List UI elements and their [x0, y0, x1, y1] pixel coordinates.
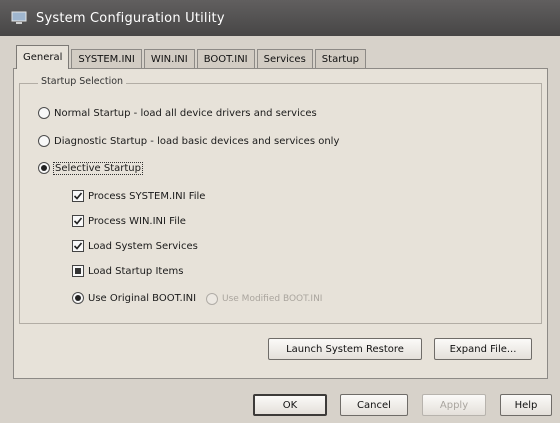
selective-startup-radio[interactable] [38, 162, 50, 174]
checkmark-icon [73, 217, 83, 225]
normal-startup-radio[interactable] [38, 107, 50, 119]
normal-startup-label: Normal Startup - load all device drivers… [54, 107, 317, 119]
startup-selection-group: Startup Selection Normal Startup - load … [19, 76, 542, 324]
process-system-ini-checkbox[interactable] [72, 190, 84, 202]
process-win-ini-option[interactable]: Process WIN.INI File [72, 215, 186, 227]
computer-icon [10, 9, 28, 27]
system-configuration-window: System Configuration Utility General SYS… [0, 0, 560, 423]
process-win-ini-checkbox[interactable] [72, 215, 84, 227]
tab-strip: General SYSTEM.INI WIN.INI BOOT.INI Serv… [16, 44, 368, 69]
selective-startup-label: Selective Startup [53, 161, 143, 175]
selective-startup-option[interactable]: Selective Startup [38, 161, 143, 175]
load-system-services-checkbox[interactable] [72, 240, 84, 252]
cancel-button[interactable]: Cancel [340, 394, 408, 416]
window-title: System Configuration Utility [36, 10, 225, 26]
normal-startup-option[interactable]: Normal Startup - load all device drivers… [38, 107, 317, 119]
process-win-ini-label: Process WIN.INI File [88, 215, 186, 227]
load-startup-items-option[interactable]: Load Startup Items [72, 265, 183, 277]
launch-system-restore-button[interactable]: Launch System Restore [268, 338, 422, 360]
startup-selection-legend: Startup Selection [38, 76, 127, 87]
process-system-ini-option[interactable]: Process SYSTEM.INI File [72, 190, 205, 202]
load-startup-items-label: Load Startup Items [88, 265, 184, 277]
use-modified-boot-option: Use Modified BOOT.INI [206, 293, 322, 305]
load-system-services-option[interactable]: Load System Services [72, 240, 198, 252]
general-tab-panel: Startup Selection Normal Startup - load … [13, 68, 548, 379]
checkmark-icon [73, 242, 83, 250]
checkmark-icon [73, 192, 83, 200]
process-system-ini-label: Process SYSTEM.INI File [88, 190, 206, 202]
title-bar[interactable]: System Configuration Utility [0, 0, 560, 36]
tab-startup[interactable]: Startup [314, 49, 366, 69]
diagnostic-startup-label: Diagnostic Startup - load basic devices … [54, 135, 340, 147]
help-button[interactable]: Help [500, 394, 552, 416]
tab-system-ini[interactable]: SYSTEM.INI [71, 49, 142, 69]
diagnostic-startup-radio[interactable] [38, 135, 50, 147]
tab-services[interactable]: Services [256, 49, 313, 69]
use-modified-boot-radio [206, 293, 218, 305]
use-original-boot-radio[interactable] [72, 292, 84, 304]
tab-general[interactable]: General [16, 45, 70, 69]
load-system-services-label: Load System Services [88, 240, 198, 252]
load-startup-items-checkbox[interactable] [72, 265, 84, 277]
use-original-boot-label: Use Original BOOT.INI [88, 292, 197, 304]
apply-button: Apply [422, 394, 486, 416]
diagnostic-startup-option[interactable]: Diagnostic Startup - load basic devices … [38, 135, 339, 147]
tab-win-ini[interactable]: WIN.INI [143, 49, 195, 69]
ok-button[interactable]: OK [253, 394, 327, 416]
use-modified-boot-label: Use Modified BOOT.INI [222, 294, 323, 304]
tab-boot-ini[interactable]: BOOT.INI [196, 49, 255, 69]
expand-file-button[interactable]: Expand File... [434, 338, 532, 360]
use-original-boot-option[interactable]: Use Original BOOT.INI [72, 292, 196, 304]
